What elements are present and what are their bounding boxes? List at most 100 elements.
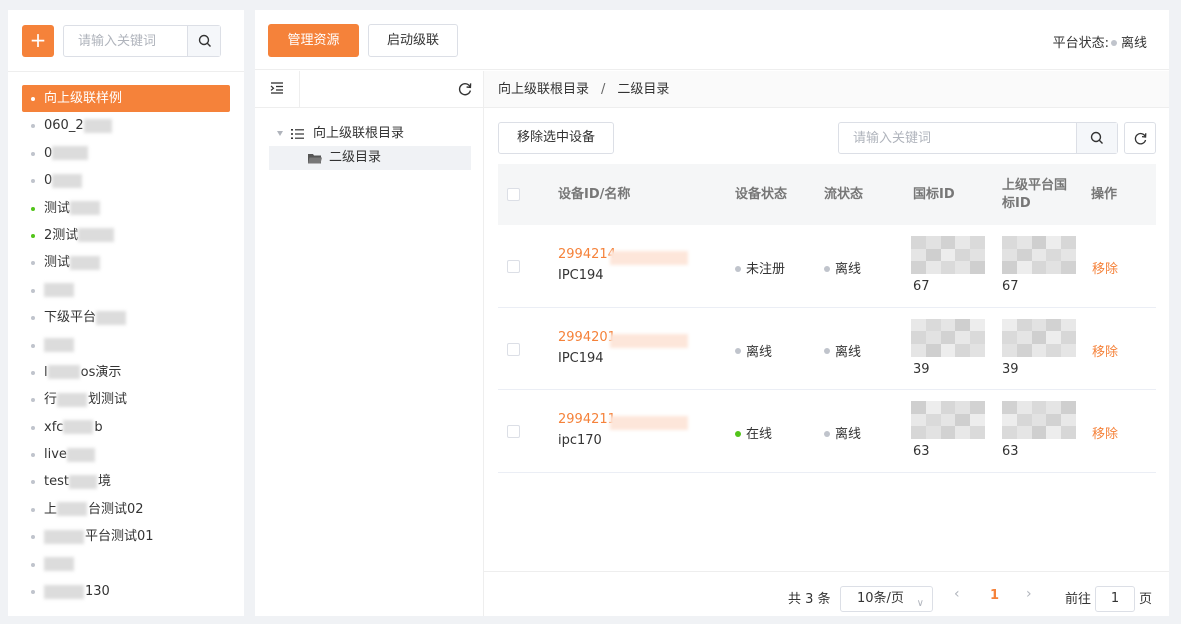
tree-search-button[interactable] bbox=[187, 26, 220, 56]
tree-item[interactable]: xfc b bbox=[22, 414, 230, 441]
header-ops: 操作 bbox=[1091, 186, 1118, 202]
directory-node-child[interactable]: 二级目录 bbox=[269, 146, 471, 170]
tree-item[interactable]: live bbox=[22, 441, 230, 468]
tree-item[interactable]: 测试 bbox=[22, 249, 230, 276]
redacted-text bbox=[52, 173, 83, 188]
status-dot-icon bbox=[31, 370, 35, 375]
tree-item[interactable] bbox=[22, 551, 230, 578]
breadcrumb-root[interactable]: 向上级联根目录 bbox=[498, 82, 589, 97]
tree-item-label-suffix: 台测试02 bbox=[88, 501, 144, 517]
device-table: 设备ID/名称 设备状态 流状态 国标ID 上级平台国 标ID 操作 29942… bbox=[498, 164, 1156, 473]
tree-item-label: 测试 bbox=[44, 200, 71, 216]
tree-item[interactable] bbox=[22, 277, 230, 304]
tree-item[interactable]: 上 台测试02 bbox=[22, 496, 230, 523]
device-id[interactable]: 2994214 bbox=[558, 247, 616, 262]
tree-item[interactable]: 0 bbox=[22, 167, 230, 194]
tree-search-input[interactable] bbox=[64, 26, 188, 56]
redacted-text bbox=[44, 338, 74, 353]
device-status: 离线 bbox=[735, 341, 772, 360]
gb-id-suffix: 39 bbox=[913, 361, 930, 377]
device-status-text: 未注册 bbox=[746, 262, 786, 277]
search-icon bbox=[198, 34, 211, 47]
status-dot-icon bbox=[31, 288, 35, 293]
device-tree-panel: + 向上级联样例060_200测试2测试测试下级平台los演示行划测试xfcbl… bbox=[8, 10, 244, 616]
status-dot-icon bbox=[31, 590, 35, 595]
tree-item-label: 2测试 bbox=[44, 227, 79, 243]
device-status: 在线 bbox=[735, 423, 772, 442]
chevron-down-icon[interactable] bbox=[277, 131, 283, 136]
device-search-input[interactable] bbox=[839, 123, 1075, 153]
tree-item-label: 上 bbox=[44, 501, 58, 517]
remove-link[interactable]: 移除 bbox=[1092, 423, 1118, 442]
select-all-checkbox[interactable] bbox=[507, 188, 520, 201]
device-content: 向上级联根目录 / 二级目录 移除选中设备 设备ID/名称 设备状态 bbox=[484, 71, 1169, 616]
device-id[interactable]: 2994211 bbox=[558, 412, 616, 427]
device-status-text: 离线 bbox=[746, 344, 773, 360]
row-checkbox[interactable] bbox=[507, 425, 520, 438]
device-id[interactable]: 2994201 bbox=[558, 330, 616, 345]
row-checkbox[interactable] bbox=[507, 342, 520, 356]
tree-item[interactable]: 0 bbox=[22, 140, 230, 167]
table-row: 2994211 ipc170 在线 离线 63 63 移除 bbox=[498, 390, 1156, 473]
page-unit-label: 页 bbox=[1139, 592, 1153, 607]
redacted-id bbox=[1002, 236, 1076, 274]
remove-link[interactable]: 移除 bbox=[1092, 341, 1118, 360]
tree-item[interactable]: test 境 bbox=[22, 468, 230, 495]
stream-status-text: 离线 bbox=[835, 262, 862, 277]
status-dot-icon bbox=[31, 535, 35, 540]
redacted-text bbox=[52, 146, 89, 161]
manage-resources-button[interactable]: 管理资源 bbox=[268, 24, 359, 57]
refresh-icon bbox=[1134, 132, 1147, 145]
folder-icon bbox=[308, 154, 322, 164]
status-dot-icon bbox=[1110, 40, 1117, 46]
redacted-text bbox=[78, 228, 115, 243]
status-dot-icon bbox=[31, 480, 35, 485]
tree-item[interactable]: 行 划测试 bbox=[22, 386, 230, 413]
device-search-button[interactable] bbox=[1076, 123, 1117, 153]
tree-item[interactable]: 下级平台 bbox=[22, 304, 230, 331]
redacted-text bbox=[44, 283, 74, 298]
stream-status: 离线 bbox=[824, 258, 861, 277]
redacted-id bbox=[911, 236, 985, 274]
directory-header bbox=[255, 71, 483, 108]
page-size-select[interactable]: 10条/页 ∨ bbox=[840, 586, 933, 612]
tree-item[interactable]: 2测试 bbox=[22, 222, 230, 249]
redacted-text bbox=[66, 447, 95, 462]
chevron-left-icon[interactable]: ‹ bbox=[954, 586, 960, 602]
status-dot-icon bbox=[31, 206, 35, 211]
header-device: 设备ID/名称 bbox=[558, 186, 631, 202]
status-dot-icon bbox=[31, 507, 35, 512]
parent-gb-id-suffix: 63 bbox=[1002, 444, 1019, 459]
add-button[interactable]: + bbox=[22, 25, 54, 57]
refresh-button[interactable] bbox=[1124, 122, 1156, 154]
refresh-icon[interactable] bbox=[457, 81, 473, 97]
tree-item-label: xfc bbox=[44, 419, 64, 435]
stream-status: 离线 bbox=[824, 341, 861, 360]
tree-toolbar: + bbox=[8, 10, 244, 72]
redacted-text bbox=[57, 502, 88, 517]
chevron-right-icon[interactable]: › bbox=[1026, 586, 1032, 602]
remove-link[interactable]: 移除 bbox=[1092, 258, 1118, 277]
tree-item[interactable]: 向上级联样例 bbox=[22, 85, 230, 113]
tree-item-label: 向上级联样例 bbox=[44, 91, 123, 106]
status-dot-icon bbox=[31, 233, 35, 238]
page-number-current[interactable]: 1 bbox=[990, 588, 999, 603]
tree-item[interactable]: 060_2 bbox=[22, 112, 230, 139]
tree-item[interactable]: 130 bbox=[22, 578, 230, 605]
tree-item[interactable]: 平台测试01 bbox=[22, 523, 230, 550]
tree-item[interactable] bbox=[22, 332, 230, 359]
tree-item[interactable]: l os演示 bbox=[22, 359, 230, 386]
device-name: ipc170 bbox=[558, 433, 602, 448]
remove-selected-button[interactable]: 移除选中设备 bbox=[498, 122, 614, 154]
directory-node-root[interactable]: 向上级联根目录 bbox=[269, 122, 471, 146]
tree-item-label: test bbox=[44, 474, 69, 490]
pagination: 共 3 条 10条/页 ∨ ‹ 1 › 前往 1 页 bbox=[484, 571, 1169, 616]
collapse-toggle[interactable] bbox=[255, 71, 300, 108]
stream-status: 离线 bbox=[824, 423, 861, 442]
start-cascade-button[interactable]: 启动级联 bbox=[368, 24, 458, 57]
goto-page-input[interactable]: 1 bbox=[1095, 586, 1135, 612]
platform-status: 平台状态: 离线 bbox=[1053, 32, 1147, 51]
tree-item-label-suffix: 平台测试01 bbox=[85, 529, 154, 545]
row-checkbox[interactable] bbox=[507, 260, 520, 273]
tree-item[interactable]: 测试 bbox=[22, 195, 230, 222]
